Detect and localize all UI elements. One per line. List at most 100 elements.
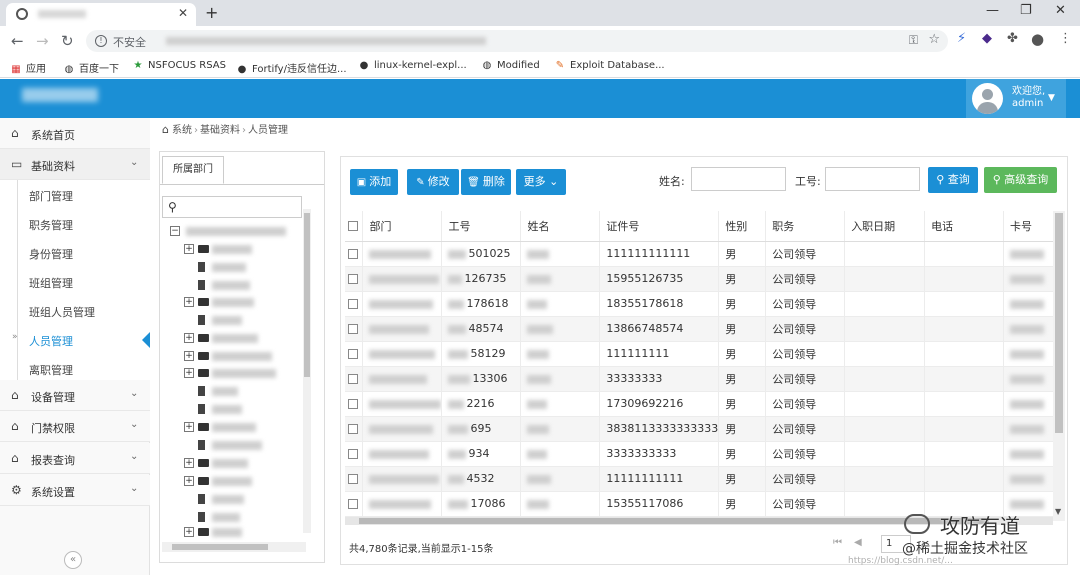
expand-icon[interactable]: + <box>184 297 194 307</box>
edit-button[interactable]: ✎ 修改 <box>407 169 459 195</box>
puzzle-icon[interactable]: ✤ <box>1007 31 1018 46</box>
column-header-gender[interactable]: 性别 <box>718 211 767 242</box>
bookmark-item[interactable]: ✎ Exploit Database... <box>554 60 665 71</box>
reload-icon[interactable]: ↻ <box>61 32 74 50</box>
sidebar-item-settings[interactable]: ⚙ 系统设置 ⌄ <box>0 475 150 506</box>
grid-scrollbar-vertical[interactable]: ▼ <box>1053 211 1065 521</box>
column-header-card-no[interactable]: 卡号 <box>1003 211 1057 242</box>
tree-node[interactable]: + <box>184 366 294 380</box>
bookmark-item[interactable]: ★ NSFOCUS RSAS <box>132 60 226 71</box>
sidebar-item-basic-data[interactable]: ▭ 基础资料 ⌄ <box>0 149 150 180</box>
row-checkbox[interactable] <box>345 341 364 367</box>
bookmark-item[interactable]: ● linux-kernel-expl... <box>358 60 467 71</box>
column-header-position[interactable]: 职务 <box>765 211 846 242</box>
tree-node[interactable] <box>184 384 294 398</box>
row-checkbox[interactable] <box>345 441 364 467</box>
advanced-query-button[interactable]: ⚲ 高级查询 <box>984 167 1057 193</box>
column-header-name[interactable]: 姓名 <box>520 211 601 242</box>
row-checkbox[interactable] <box>345 266 364 292</box>
tree-search-input[interactable]: ⚲ <box>162 196 302 218</box>
sidebar-item-home[interactable]: ⌂ 系统首页 <box>0 118 150 149</box>
row-checkbox[interactable] <box>345 416 364 442</box>
tree-scrollbar-horizontal[interactable] <box>162 542 306 552</box>
column-header-phone[interactable]: 电话 <box>924 211 1004 242</box>
row-checkbox[interactable] <box>345 241 364 267</box>
breadcrumb-item[interactable]: 基础资料 <box>200 125 240 136</box>
query-button[interactable]: ⚲ 查询 <box>928 167 978 193</box>
tree-node[interactable]: + <box>184 295 294 309</box>
bookmark-item[interactable]: ◍ 百度一下 <box>63 60 119 75</box>
sidebar-subitem-team[interactable]: 班组管理 <box>0 267 150 296</box>
arrow-down-icon[interactable]: ▼ <box>1055 507 1061 516</box>
column-header-hire-date[interactable]: 入职日期 <box>844 211 926 242</box>
tree-node[interactable] <box>184 260 294 274</box>
table-row[interactable]: 178618 18355178618 男 公司领导 <box>345 291 1057 317</box>
extension-icon[interactable]: ◆ <box>982 31 992 46</box>
sidebar-item-devices[interactable]: ⌂ 设备管理 ⌄ <box>0 380 150 411</box>
new-tab-button[interactable]: + <box>205 3 218 22</box>
sidebar-item-reports[interactable]: ⌂ 报表查询 ⌄ <box>0 443 150 474</box>
menu-icon[interactable]: ⋮ <box>1059 31 1072 46</box>
extension-icon[interactable]: ⚡ <box>957 31 966 46</box>
tree-node[interactable]: + <box>184 420 294 434</box>
expand-icon[interactable]: + <box>184 333 194 343</box>
tree-node[interactable] <box>184 278 294 292</box>
breadcrumb-item[interactable]: 系统 <box>172 125 192 136</box>
row-checkbox[interactable] <box>345 316 364 342</box>
bookmark-item[interactable]: ◍ Modified <box>481 60 540 71</box>
name-input[interactable] <box>691 167 786 191</box>
tree-node-root[interactable]: − <box>170 224 300 238</box>
back-icon[interactable]: ← <box>11 32 24 50</box>
expand-icon[interactable]: + <box>184 368 194 378</box>
expand-icon[interactable]: + <box>184 476 194 486</box>
tree-node[interactable] <box>184 492 294 506</box>
select-all-checkbox[interactable] <box>345 211 364 242</box>
sidebar-subitem-position[interactable]: 职务管理 <box>0 209 150 238</box>
tree-node[interactable] <box>184 510 294 524</box>
tree-node[interactable]: + <box>184 525 294 539</box>
row-checkbox[interactable] <box>345 491 364 517</box>
sidebar-subitem-identity[interactable]: 身份管理 <box>0 238 150 267</box>
column-header-department[interactable]: 部门 <box>362 211 443 242</box>
first-page-icon[interactable]: ⏮ <box>833 537 842 548</box>
delete-button[interactable]: 🗑 删除 <box>461 169 511 195</box>
column-header-employee-id[interactable]: 工号 <box>441 211 522 242</box>
expand-icon[interactable]: + <box>184 244 194 254</box>
row-checkbox[interactable] <box>345 366 364 392</box>
tree-node[interactable]: + <box>184 474 294 488</box>
table-row[interactable]: 934 3333333333 男 公司领导 <box>345 441 1057 467</box>
minimize-icon[interactable]: — <box>986 3 999 18</box>
forward-icon[interactable]: → <box>36 32 49 50</box>
sidebar-subitem-resigned[interactable]: 离职管理 <box>0 354 150 383</box>
column-header-id-number[interactable]: 证件号 <box>599 211 720 242</box>
table-row[interactable]: 13306 33333333 男 公司领导 <box>345 366 1057 392</box>
close-window-icon[interactable]: ✕ <box>1055 3 1066 18</box>
sidebar-subitem-team-members[interactable]: 班组人员管理 <box>0 296 150 325</box>
tree-node[interactable]: + <box>184 242 294 256</box>
expand-icon[interactable]: − <box>170 226 180 236</box>
profile-icon[interactable]: ● <box>1031 30 1044 48</box>
row-checkbox[interactable] <box>345 391 364 417</box>
row-checkbox[interactable] <box>345 291 364 317</box>
key-icon[interactable]: ⚿ <box>909 33 918 48</box>
table-row[interactable]: 58129 111111111 男 公司领导 <box>345 341 1057 367</box>
expand-icon[interactable]: + <box>184 458 194 468</box>
tab-department[interactable]: 所属部门 <box>162 156 224 184</box>
warning-icon[interactable]: ! <box>95 35 107 47</box>
row-checkbox[interactable] <box>345 466 364 492</box>
table-row[interactable]: 4532 11111111111 男 公司领导 <box>345 466 1057 492</box>
maximize-icon[interactable]: ❐ <box>1020 3 1032 18</box>
table-row[interactable]: 2216 17309692216 男 公司领导 <box>345 391 1057 417</box>
tree-node[interactable]: + <box>184 456 294 470</box>
expand-icon[interactable]: + <box>184 422 194 432</box>
sidebar-subitem-personnel[interactable]: » 人员管理 <box>0 325 150 354</box>
sidebar-subitem-department[interactable]: 部门管理 <box>0 180 150 209</box>
table-row[interactable]: 48574 13866748574 男 公司领导 <box>345 316 1057 342</box>
table-row[interactable]: 501025 111111111111 男 公司领导 <box>345 241 1057 267</box>
expand-icon[interactable]: + <box>184 527 194 537</box>
sidebar-collapse-button[interactable]: « <box>64 551 82 569</box>
tree-node[interactable] <box>184 438 294 452</box>
user-menu[interactable]: 欢迎您, admin ▼ <box>966 79 1066 118</box>
bookmark-star-icon[interactable]: ☆ <box>928 32 940 47</box>
table-row[interactable]: 126735 15955126735 男 公司领导 <box>345 266 1057 292</box>
